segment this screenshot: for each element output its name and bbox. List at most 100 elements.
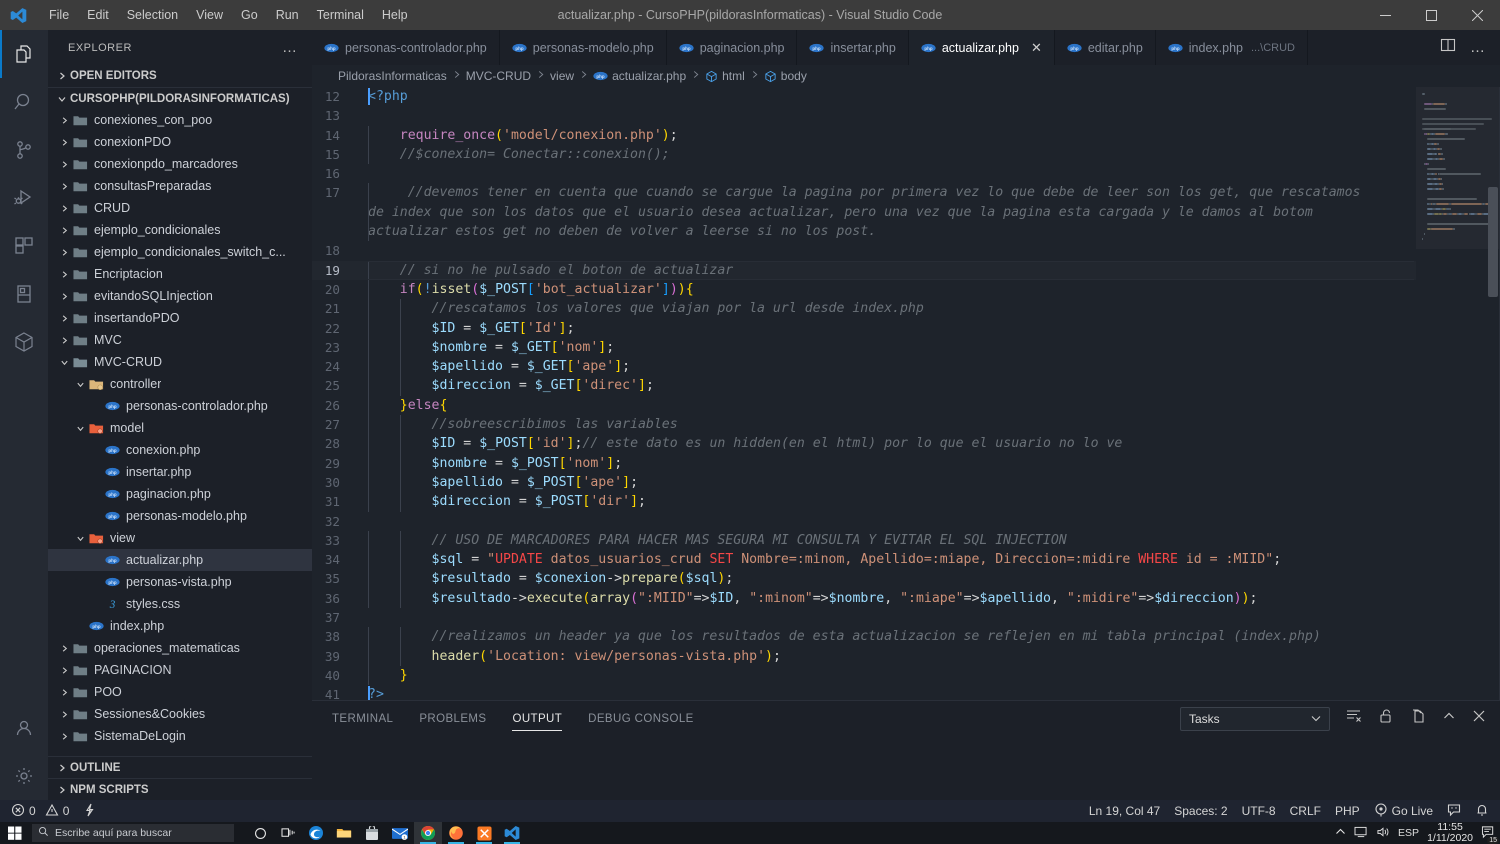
firefox-icon[interactable]: [442, 822, 470, 844]
explorer-icon[interactable]: [0, 30, 48, 78]
tree-item-conexionpdo[interactable]: conexionPDO: [48, 131, 312, 153]
editor-tab-insertar-php[interactable]: php insertar.php: [797, 30, 909, 65]
tree-item-controller[interactable]: controller: [48, 373, 312, 395]
tree-item-encriptacion[interactable]: Encriptacion: [48, 263, 312, 285]
explorer-more-actions-icon[interactable]: …: [282, 39, 304, 56]
section-open-editors[interactable]: OPEN EDITORS: [48, 65, 312, 87]
tree-item-operaciones-matematicas[interactable]: operaciones_matematicas: [48, 637, 312, 659]
editor-vertical-scrollbar[interactable]: [1486, 87, 1500, 700]
status-indentation[interactable]: Spaces: 2: [1167, 800, 1234, 822]
code-content[interactable]: 12 <?php 13 14 require_once('model/conexion…: [312, 87, 1416, 700]
editor-more-actions-icon[interactable]: …: [1470, 39, 1486, 56]
code-line[interactable]: 27 //sobreescribimos las variables: [312, 415, 1416, 435]
language-indicator[interactable]: ESP: [1398, 827, 1419, 839]
tree-item-conexiones-con-poo[interactable]: conexiones_con_poo: [48, 109, 312, 131]
tree-item-ejemplo-condicionales-switch-c[interactable]: ejemplo_condicionales_switch_c...: [48, 241, 312, 263]
code-editor[interactable]: 12 <?php 13 14 require_once('model/conexion…: [312, 87, 1500, 700]
extensions-icon[interactable]: [0, 222, 48, 270]
editor-tab-personas-controlador-php[interactable]: php personas-controlador.php: [312, 30, 500, 65]
minimize-button[interactable]: [1362, 0, 1408, 30]
menu-run[interactable]: Run: [267, 4, 308, 26]
unlock-icon[interactable]: [1378, 708, 1394, 729]
code-line[interactable]: 21 //rescatamos los valores que viajan p…: [312, 299, 1416, 319]
run-debug-icon[interactable]: [0, 174, 48, 222]
maximize-button[interactable]: [1408, 0, 1454, 30]
menu-file[interactable]: File: [40, 4, 78, 26]
menu-terminal[interactable]: Terminal: [308, 4, 373, 26]
tree-item-insertandopdo[interactable]: insertandoPDO: [48, 307, 312, 329]
remote-explorer-icon[interactable]: [0, 318, 48, 366]
code-line[interactable]: 22 $ID = $_GET['Id'];: [312, 318, 1416, 338]
tree-item-styles-css[interactable]: 3 styles.css: [48, 593, 312, 615]
code-line[interactable]: 32: [312, 512, 1416, 531]
tree-item-sistemadelogin[interactable]: SistemaDeLogin: [48, 725, 312, 747]
code-line[interactable]: 23 $nombre = $_GET['nom'];: [312, 337, 1416, 358]
menu-go[interactable]: Go: [232, 4, 267, 26]
code-line[interactable]: 29 $nombre = $_POST['nom'];: [312, 453, 1416, 473]
panel-body[interactable]: [312, 736, 1500, 800]
code-line[interactable]: 15 //$conexion= Conectar::conexion();: [312, 144, 1416, 165]
editor-tab-personas-modelo-php[interactable]: php personas-modelo.php: [499, 30, 667, 65]
status-errors[interactable]: 0: [4, 800, 43, 822]
output-channel-select[interactable]: Tasks: [1180, 706, 1330, 731]
status-encoding[interactable]: UTF-8: [1235, 800, 1283, 822]
code-line[interactable]: 39 header('Location: view/personas-vista…: [312, 646, 1416, 666]
tree-item-insertar-php[interactable]: php insertar.php: [48, 461, 312, 483]
code-scroll-region[interactable]: 12 <?php 13 14 require_once('model/conexion…: [312, 87, 1416, 700]
chrome-icon[interactable]: [414, 822, 442, 844]
status-cursor-position[interactable]: Ln 19, Col 47: [1082, 800, 1167, 822]
panel-tab-terminal[interactable]: TERMINAL: [332, 705, 393, 733]
code-line[interactable]: 12 <?php: [312, 87, 1416, 106]
breadcrumb-item-body[interactable]: body: [764, 69, 807, 83]
code-line[interactable]: 40 }: [312, 665, 1416, 686]
status-warnings[interactable]: 0: [43, 800, 77, 822]
editor-tab-editar-php[interactable]: php editar.php: [1054, 30, 1156, 65]
code-line[interactable]: 35 $resultado = $conexion->prepare($sql)…: [312, 569, 1416, 589]
tree-item-personas-controlador-php[interactable]: php personas-controlador.php: [48, 395, 312, 417]
section-npm-scripts[interactable]: NPM SCRIPTS: [48, 778, 312, 800]
code-line[interactable]: 26 }else{: [312, 395, 1416, 416]
code-line[interactable]: 33 // USO DE MARCADORES PARA HACER MAS S…: [312, 530, 1416, 551]
breadcrumb-item-actualizar-php[interactable]: php actualizar.php: [593, 69, 686, 83]
status-go-live[interactable]: Go Live: [1367, 800, 1440, 822]
maximize-panel-icon[interactable]: [1442, 709, 1456, 728]
section-workspace-root[interactable]: CURSOPHP(PILDORASINFORMATICAS): [48, 87, 312, 109]
tree-item-view[interactable]: view: [48, 527, 312, 549]
vscode-icon[interactable]: [498, 822, 526, 844]
close-button[interactable]: [1454, 0, 1500, 30]
tree-item-sessiones-cookies[interactable]: Sessiones&Cookies: [48, 703, 312, 725]
code-line[interactable]: 20 if(!isset($_POST['bot_actualizar'])){: [312, 279, 1416, 300]
tree-item-consultaspreparadas[interactable]: consultasPreparadas: [48, 175, 312, 197]
code-line[interactable]: 25 $direccion = $_GET['direc'];: [312, 376, 1416, 396]
panel-tab-problems[interactable]: PROBLEMS: [419, 705, 486, 733]
xampp-icon[interactable]: [470, 822, 498, 844]
code-line[interactable]: 16: [312, 164, 1416, 183]
status-feedback[interactable]: [1440, 800, 1468, 822]
breadcrumb-item-view[interactable]: view: [550, 69, 574, 83]
code-line[interactable]: 34 $sql = "UPDATE datos_usuarios_crud SE…: [312, 550, 1416, 570]
cortana-icon[interactable]: [246, 822, 274, 844]
tree-item-personas-vista-php[interactable]: php personas-vista.php: [48, 571, 312, 593]
code-line[interactable]: 37: [312, 608, 1416, 627]
tree-item-conexion-php[interactable]: php conexion.php: [48, 439, 312, 461]
panel-tab-output[interactable]: OUTPUT: [512, 705, 562, 733]
tree-item-mvc[interactable]: MVC: [48, 329, 312, 351]
code-line[interactable]: 14 require_once('model/conexion.php');: [312, 125, 1416, 145]
scrollbar-thumb[interactable]: [1488, 187, 1498, 297]
tree-item-personas-modelo-php[interactable]: php personas-modelo.php: [48, 505, 312, 527]
menu-view[interactable]: View: [187, 4, 232, 26]
code-line[interactable]: 24 $apellido = $_GET['ape'];: [312, 357, 1416, 377]
start-windows-icon[interactable]: [0, 822, 30, 844]
task-view-icon[interactable]: [274, 822, 302, 844]
breadcrumb-item-mvc-crud[interactable]: MVC-CRUD: [466, 69, 531, 83]
code-line[interactable]: 28 $ID = $_POST['id'];// este dato es un…: [312, 434, 1416, 454]
microsoft-store-icon[interactable]: [358, 822, 386, 844]
menu-help[interactable]: Help: [373, 4, 417, 26]
close-tab-icon[interactable]: ✕: [1031, 41, 1042, 54]
layout-icon[interactable]: [0, 270, 48, 318]
new-terminal-icon[interactable]: [1410, 708, 1426, 729]
tree-item-poo[interactable]: POO: [48, 681, 312, 703]
tree-item-index-php[interactable]: php index.php: [48, 615, 312, 637]
breadcrumb-item-html[interactable]: html: [705, 69, 745, 83]
source-control-icon[interactable]: [0, 126, 48, 174]
